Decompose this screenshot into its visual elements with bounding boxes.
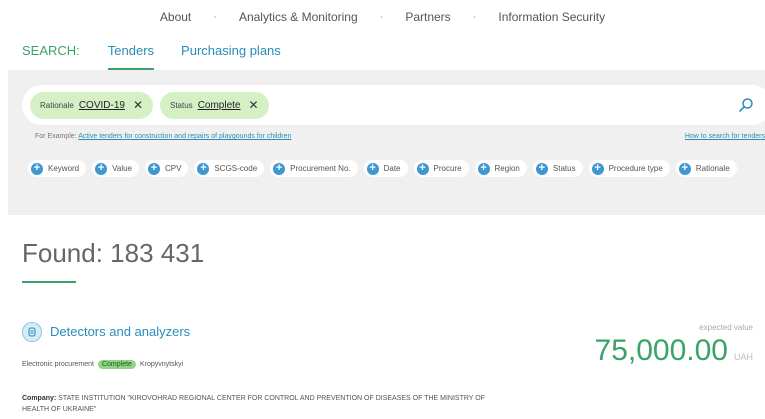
filter-region-button[interactable]: + Region [474, 160, 527, 177]
plus-icon: + [273, 162, 286, 175]
procurement-type: Electronic procurement [22, 361, 94, 368]
filter-cpv-button[interactable]: + CPV [145, 160, 189, 177]
nav-analytics-monitoring[interactable]: Analytics & Monitoring [239, 10, 358, 24]
plus-icon: + [95, 162, 108, 175]
value-currency: UAH [733, 352, 753, 362]
tender-company: Company: STATE INSTITUTION "KIROVOHRAD R… [22, 393, 502, 415]
nav-separator: · [472, 11, 477, 23]
filter-label: Region [494, 164, 520, 173]
tender-meta: Electronic procurement Complete Kropyvny… [22, 360, 183, 369]
company-name: STATE INSTITUTION "KIROVOHRAD REGIONAL C… [22, 395, 485, 413]
plus-icon: + [535, 162, 548, 175]
filter-label: Rationale [695, 164, 730, 173]
filter-date-button[interactable]: + Date [363, 160, 408, 177]
chip-value: COVID-19 [78, 99, 125, 111]
search-icon[interactable] [738, 97, 754, 113]
filter-label: Status [552, 164, 576, 173]
filter-label: Value [112, 164, 132, 173]
results-underline [22, 281, 76, 283]
tender-city: Kropyvnytskyi [139, 361, 184, 368]
chip-value: Complete [197, 99, 241, 111]
filter-buttons: + Keyword + Value + CPV + SCGS-code + Procure… [28, 160, 758, 181]
close-icon[interactable]: ✕ [249, 98, 259, 112]
plus-icon: + [366, 162, 379, 175]
detector-glyph-icon [28, 327, 36, 337]
chip-key: Rationale [40, 100, 74, 110]
tab-purchasing-plans[interactable]: Purchasing plans [181, 43, 281, 66]
filter-procure-button[interactable]: + Procure [413, 160, 469, 177]
close-icon[interactable]: ✕ [133, 98, 143, 112]
filter-scgs-code-button[interactable]: + SCGS-code [194, 160, 265, 177]
plus-icon: + [148, 162, 160, 175]
search-bar[interactable]: Rationale COVID-19 ✕ Status Complete ✕ [22, 85, 765, 125]
plus-icon: + [678, 162, 691, 175]
filter-procedure-type-button[interactable]: + Procedure type [588, 160, 670, 177]
filter-keyword-button[interactable]: + Keyword [28, 160, 87, 177]
top-navigation: About · Analytics & Monitoring · Partner… [0, 8, 765, 26]
filter-procurement-no-button[interactable]: + Procurement No. [270, 160, 358, 177]
nav-separator: · [379, 11, 384, 23]
plus-icon: + [416, 162, 429, 175]
plus-icon: + [591, 162, 604, 175]
example-prefix: For Example: [35, 133, 79, 140]
nav-separator: · [213, 11, 217, 23]
nav-about[interactable]: About [160, 10, 191, 24]
expected-value: 75,000.00 UAH [595, 334, 753, 368]
how-to-search-link[interactable]: How to search for tenders [685, 133, 765, 140]
search-label: SEARCH: [22, 43, 80, 58]
filter-chip-rationale[interactable]: Rationale COVID-19 ✕ [30, 91, 153, 119]
filter-label: Procure [433, 164, 462, 173]
search-tabs: SEARCH: Tenders Purchasing plans [22, 43, 308, 70]
example-row: For Example: Active tenders for construc… [35, 133, 765, 140]
tab-tenders[interactable]: Tenders [107, 43, 155, 70]
filter-label: CPV [165, 164, 182, 173]
plus-icon: + [31, 162, 43, 175]
value-amount: 75,000.00 [594, 334, 728, 367]
filter-label: Keyword [48, 164, 80, 173]
tender-title-link[interactable]: Detectors and analyzers [50, 324, 190, 339]
expected-value-label: expected value [699, 323, 753, 332]
filter-chip-status[interactable]: Status Complete ✕ [160, 91, 269, 119]
example-link[interactable]: Active tenders for construction and repa… [78, 133, 291, 140]
status-badge: Complete [97, 360, 136, 369]
chip-key: Status [170, 100, 193, 110]
detector-icon [22, 322, 42, 342]
plus-icon: + [477, 162, 490, 175]
filter-label: Procurement No. [290, 164, 351, 173]
results-count: Found: 183 431 [22, 238, 205, 268]
nav-partners[interactable]: Partners [405, 10, 450, 24]
filter-label: Date [383, 164, 401, 173]
company-label: Company: [22, 395, 57, 402]
plus-icon: + [197, 162, 210, 175]
search-input[interactable] [275, 85, 765, 125]
filter-rationale-button[interactable]: + Rationale [675, 160, 737, 177]
filter-label: SCGS-code [214, 164, 258, 173]
filter-value-button[interactable]: + Value [92, 160, 139, 177]
filter-status-button[interactable]: + Status [532, 160, 583, 177]
filter-label: Procedure type [608, 164, 663, 173]
nav-information-security[interactable]: Information Security [498, 10, 605, 24]
search-panel: Rationale COVID-19 ✕ Status Complete ✕ F… [8, 70, 765, 215]
